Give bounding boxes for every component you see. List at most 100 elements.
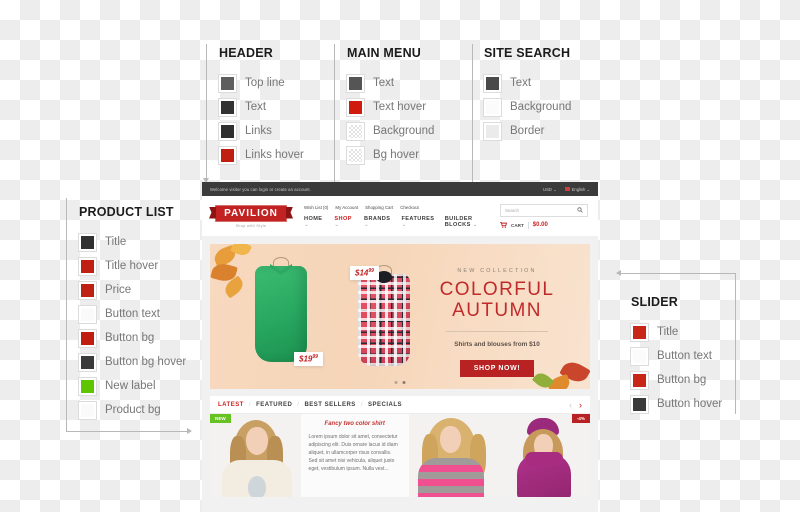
legend-row[interactable]: Button bg [79,326,186,350]
color-swatch[interactable] [79,257,96,275]
menu-item-builder-blocks[interactable]: BUILDER BLOCKS ⌄ [445,216,500,228]
color-swatch[interactable] [79,329,96,347]
discount-badge: -4% [571,414,590,423]
legend-row[interactable]: Background [347,119,434,143]
color-swatch[interactable] [484,122,501,140]
link-shopping-cart[interactable]: Shopping Cart [365,205,393,210]
color-swatch[interactable] [631,371,648,389]
product-detail-card: Fancy two color shirt Lorem ipsum dolor … [300,414,409,497]
legend-row[interactable]: Title hover [79,254,186,278]
legend-row[interactable]: Text [347,71,434,95]
model-face [439,426,461,453]
legend-item-label: Text [245,101,267,113]
slider-shop-now-button[interactable]: SHOP NOW! [459,359,535,377]
slider-dot-active[interactable] [402,381,406,384]
legend-row[interactable]: Links [219,119,304,143]
search-icon[interactable] [577,207,583,213]
cart-amount: $0.00 [532,222,548,228]
legend-slider-title: SLIDER [631,295,679,309]
color-swatch[interactable] [219,122,236,140]
next-arrow-icon[interactable]: › [579,400,582,410]
legend-site-search-title: SITE SEARCH [484,46,571,60]
search-input[interactable]: Search [500,203,588,217]
legend-item-label: Button bg [657,374,707,386]
legend-row[interactable]: Text [219,95,304,119]
tab-featured[interactable]: FEATURED [256,402,292,408]
language-selector[interactable]: English ⌄ [564,186,590,192]
site-top-bar: Welcome visitor you can login or create … [202,182,598,196]
callout-arrow-slider [616,270,621,276]
color-swatch[interactable] [484,74,501,92]
legend-item-label: Button text [105,308,160,320]
legend-row[interactable]: Button text [79,302,186,326]
color-swatch[interactable] [219,146,236,164]
color-swatch[interactable] [79,233,96,251]
legend-row[interactable]: Button bg [631,368,722,392]
color-swatch[interactable] [79,305,96,323]
color-swatch[interactable] [219,98,236,116]
legend-row[interactable]: Links hover [219,143,304,167]
legend-row[interactable]: Text [484,71,571,95]
product-photo [210,414,301,497]
legend-row[interactable]: Text hover [347,95,434,119]
color-swatch[interactable] [631,347,648,365]
color-swatch[interactable] [631,323,648,341]
legend-row[interactable]: Title [631,320,722,344]
color-swatch[interactable] [79,281,96,299]
new-badge: NEW [210,414,231,423]
callout-arrow-product-list [187,428,192,434]
color-swatch[interactable] [79,401,96,419]
menu-item-brands[interactable]: BRANDS ⌄ [364,216,393,228]
color-swatch-transparent[interactable] [347,146,364,164]
legend-row[interactable]: Button text [631,344,722,368]
color-swatch[interactable] [219,74,236,92]
legend-row[interactable]: Button bg hover [79,350,186,374]
chevron-down-icon: ⌄ [586,186,590,192]
legend-row[interactable]: New label [79,374,186,398]
tab-latest[interactable]: LATEST [218,402,244,408]
prev-arrow-icon[interactable]: ‹ [569,400,572,410]
color-swatch[interactable] [631,395,648,413]
legend-row[interactable]: Button hover [631,392,722,416]
header-top-links: Wish List (0) My Account Shopping Cart C… [304,205,500,210]
color-swatch[interactable] [79,353,96,371]
cart-summary[interactable]: CART $0.00 [500,221,588,229]
legend-row[interactable]: Top line [219,71,304,95]
chevron-down-icon: ⌄ [470,221,478,228]
product-card[interactable]: NEW [210,414,301,497]
color-swatch[interactable] [484,98,501,116]
legend-row[interactable]: Price [79,278,186,302]
menu-item-home[interactable]: HOME ⌄ [304,216,326,228]
divider [527,221,529,229]
legend-row[interactable]: Bg hover [347,143,434,167]
legend-row[interactable]: Product bg [79,398,186,422]
color-swatch-transparent[interactable] [347,122,364,140]
link-wish-list[interactable]: Wish List (0) [304,205,328,210]
tab-best-sellers[interactable]: BEST SELLERS [304,402,355,408]
color-swatch[interactable] [347,74,364,92]
color-swatch[interactable] [347,98,364,116]
slider-region: $1499 $1999 NEW COLLECTION COLORFUL AUTU… [202,236,598,389]
price-tag-right: $1499 [350,266,379,280]
product-card[interactable] [408,414,500,497]
legend-row[interactable]: Border [484,119,571,143]
menu-item-shop[interactable]: SHOP ⌄ [334,216,356,228]
price-tag-left: $1999 [294,352,323,366]
currency-selector[interactable]: USD ⌄ [543,187,557,192]
slider-dot[interactable] [394,381,398,384]
product-title[interactable]: Fancy two color shirt [309,421,401,427]
menu-item-features[interactable]: FEATURES ⌄ [401,216,436,228]
hero-slider[interactable]: $1499 $1999 NEW COLLECTION COLORFUL AUTU… [210,244,590,389]
color-swatch[interactable] [79,377,96,395]
legend-row[interactable]: Background [484,95,571,119]
shirt-body [358,274,410,366]
legend-row[interactable]: Title [79,230,186,254]
tab-specials[interactable]: SPECIALS [368,402,402,408]
site-logo[interactable]: PAVILION Shop with Style [212,204,290,228]
divider [446,330,548,332]
product-card[interactable]: -4% [499,414,590,497]
legend-main-menu-title: MAIN MENU [347,46,422,60]
link-checkout[interactable]: Checkout [400,205,419,210]
link-my-account[interactable]: My Account [335,205,358,210]
legend-header-title: HEADER [219,46,273,60]
